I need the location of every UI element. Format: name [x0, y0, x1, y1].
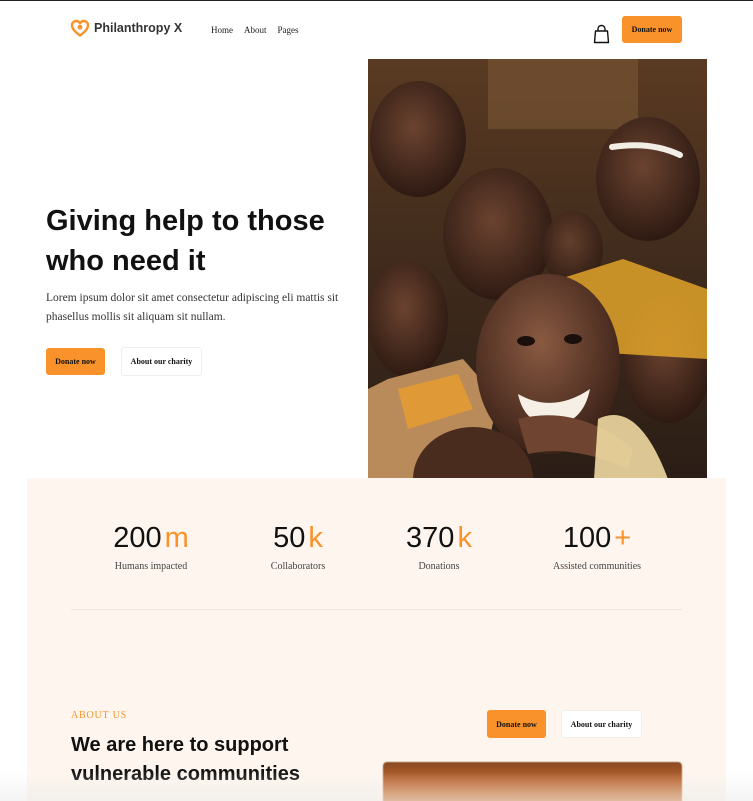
- hero-photo-children: [368, 59, 707, 494]
- stat-label: Humans impacted: [114, 561, 188, 572]
- about-title: We are here to support vulnerable commun…: [71, 734, 300, 785]
- stat-donations: 370 k Donations: [369, 518, 509, 572]
- header-donate-button[interactable]: Donate now: [622, 16, 682, 43]
- stat-assisted-communities: 100 + Assisted communities: [527, 518, 667, 572]
- window-top-border: [0, 0, 753, 1]
- brand-name: Philanthropy X: [94, 21, 183, 35]
- stat-label: Assisted communities: [552, 561, 642, 572]
- hero-donate-button[interactable]: Donate now: [46, 348, 105, 375]
- stat-humans-impacted: 200 m Humans impacted: [81, 518, 221, 572]
- stat-value: 370 k: [406, 522, 472, 554]
- stat-value: 50 k: [273, 522, 323, 554]
- section-divider: [71, 609, 682, 610]
- about-photo: [383, 762, 682, 801]
- about-donate-button[interactable]: Donate now: [487, 710, 546, 738]
- nav-about[interactable]: About: [244, 25, 267, 35]
- nav-home[interactable]: Home: [211, 25, 233, 35]
- shopping-bag-icon[interactable]: [593, 24, 610, 44]
- stat-value: 200 m: [113, 522, 189, 554]
- brand-logo[interactable]: Philanthropy X: [70, 18, 182, 38]
- nav-pages[interactable]: Pages: [278, 25, 299, 35]
- hero-title: Giving help to those who need it: [46, 205, 325, 277]
- about-charity-button[interactable]: About our charity: [561, 710, 642, 738]
- about-eyebrow: ABOUT US: [71, 710, 127, 721]
- stat-label: Donations: [418, 561, 460, 572]
- heart-logo-icon: [70, 19, 90, 37]
- main-nav: Home About Pages: [211, 25, 299, 35]
- hero-about-button[interactable]: About our charity: [121, 347, 202, 376]
- stat-collaborators: 50 k Collaborators: [228, 518, 368, 572]
- stat-label: Collaborators: [270, 561, 326, 572]
- hero-description: Lorem ipsum dolor sit amet consectetur a…: [46, 292, 339, 323]
- stat-value: 100 +: [562, 522, 632, 554]
